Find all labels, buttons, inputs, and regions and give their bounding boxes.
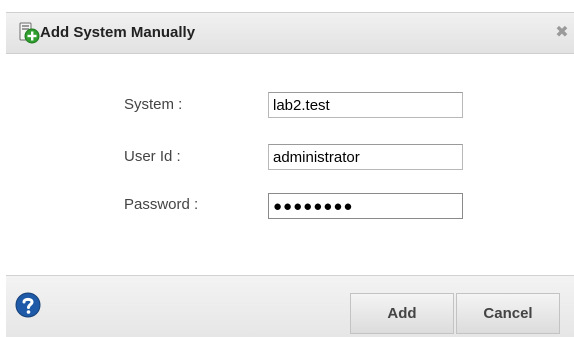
cancel-button[interactable]: Cancel [456, 293, 560, 334]
add-system-dialog: Add System Manually ✖ System : User Id :… [6, 12, 574, 337]
add-system-icon [18, 22, 40, 44]
help-icon[interactable] [15, 292, 41, 318]
system-label: System : [124, 96, 183, 113]
password-input[interactable] [268, 193, 463, 219]
user-id-label: User Id : [124, 148, 181, 165]
user-id-input[interactable] [268, 144, 463, 170]
close-icon[interactable]: ✖ [554, 24, 570, 40]
dialog-titlebar[interactable]: Add System Manually ✖ [6, 12, 574, 54]
dialog-footer: Add Cancel [6, 275, 574, 337]
add-button[interactable]: Add [350, 293, 454, 334]
system-input[interactable] [268, 92, 463, 118]
dialog-title: Add System Manually [40, 24, 196, 41]
password-label: Password : [124, 196, 199, 213]
